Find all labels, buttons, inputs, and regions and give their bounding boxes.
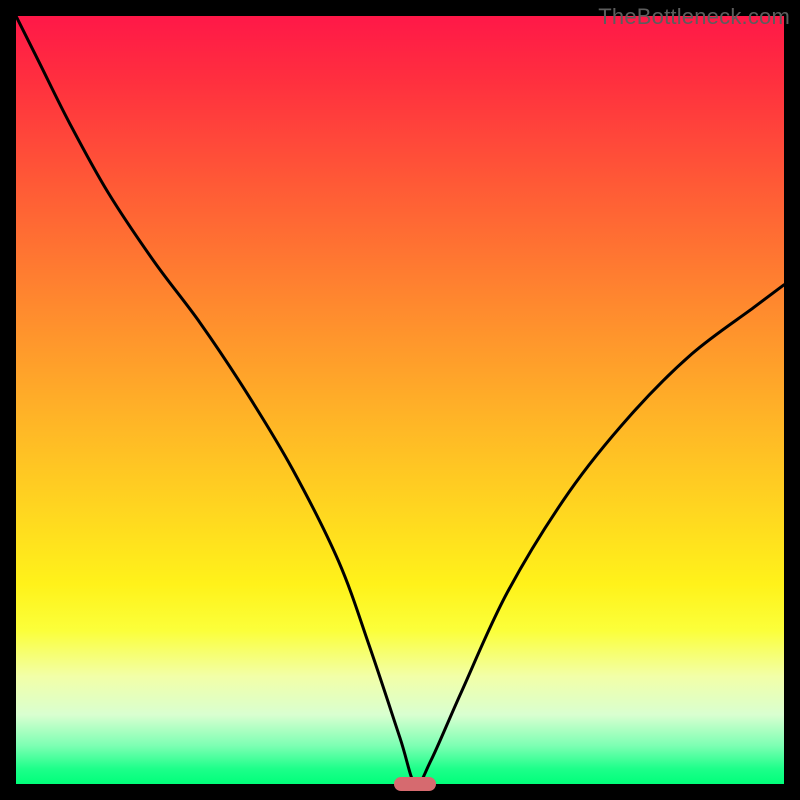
bottleneck-curve xyxy=(16,16,784,784)
plot-area xyxy=(16,16,784,784)
watermark-text: TheBottleneck.com xyxy=(598,4,790,30)
curve-path xyxy=(16,16,784,784)
minimum-marker xyxy=(394,777,436,791)
chart-frame: TheBottleneck.com xyxy=(0,0,800,800)
